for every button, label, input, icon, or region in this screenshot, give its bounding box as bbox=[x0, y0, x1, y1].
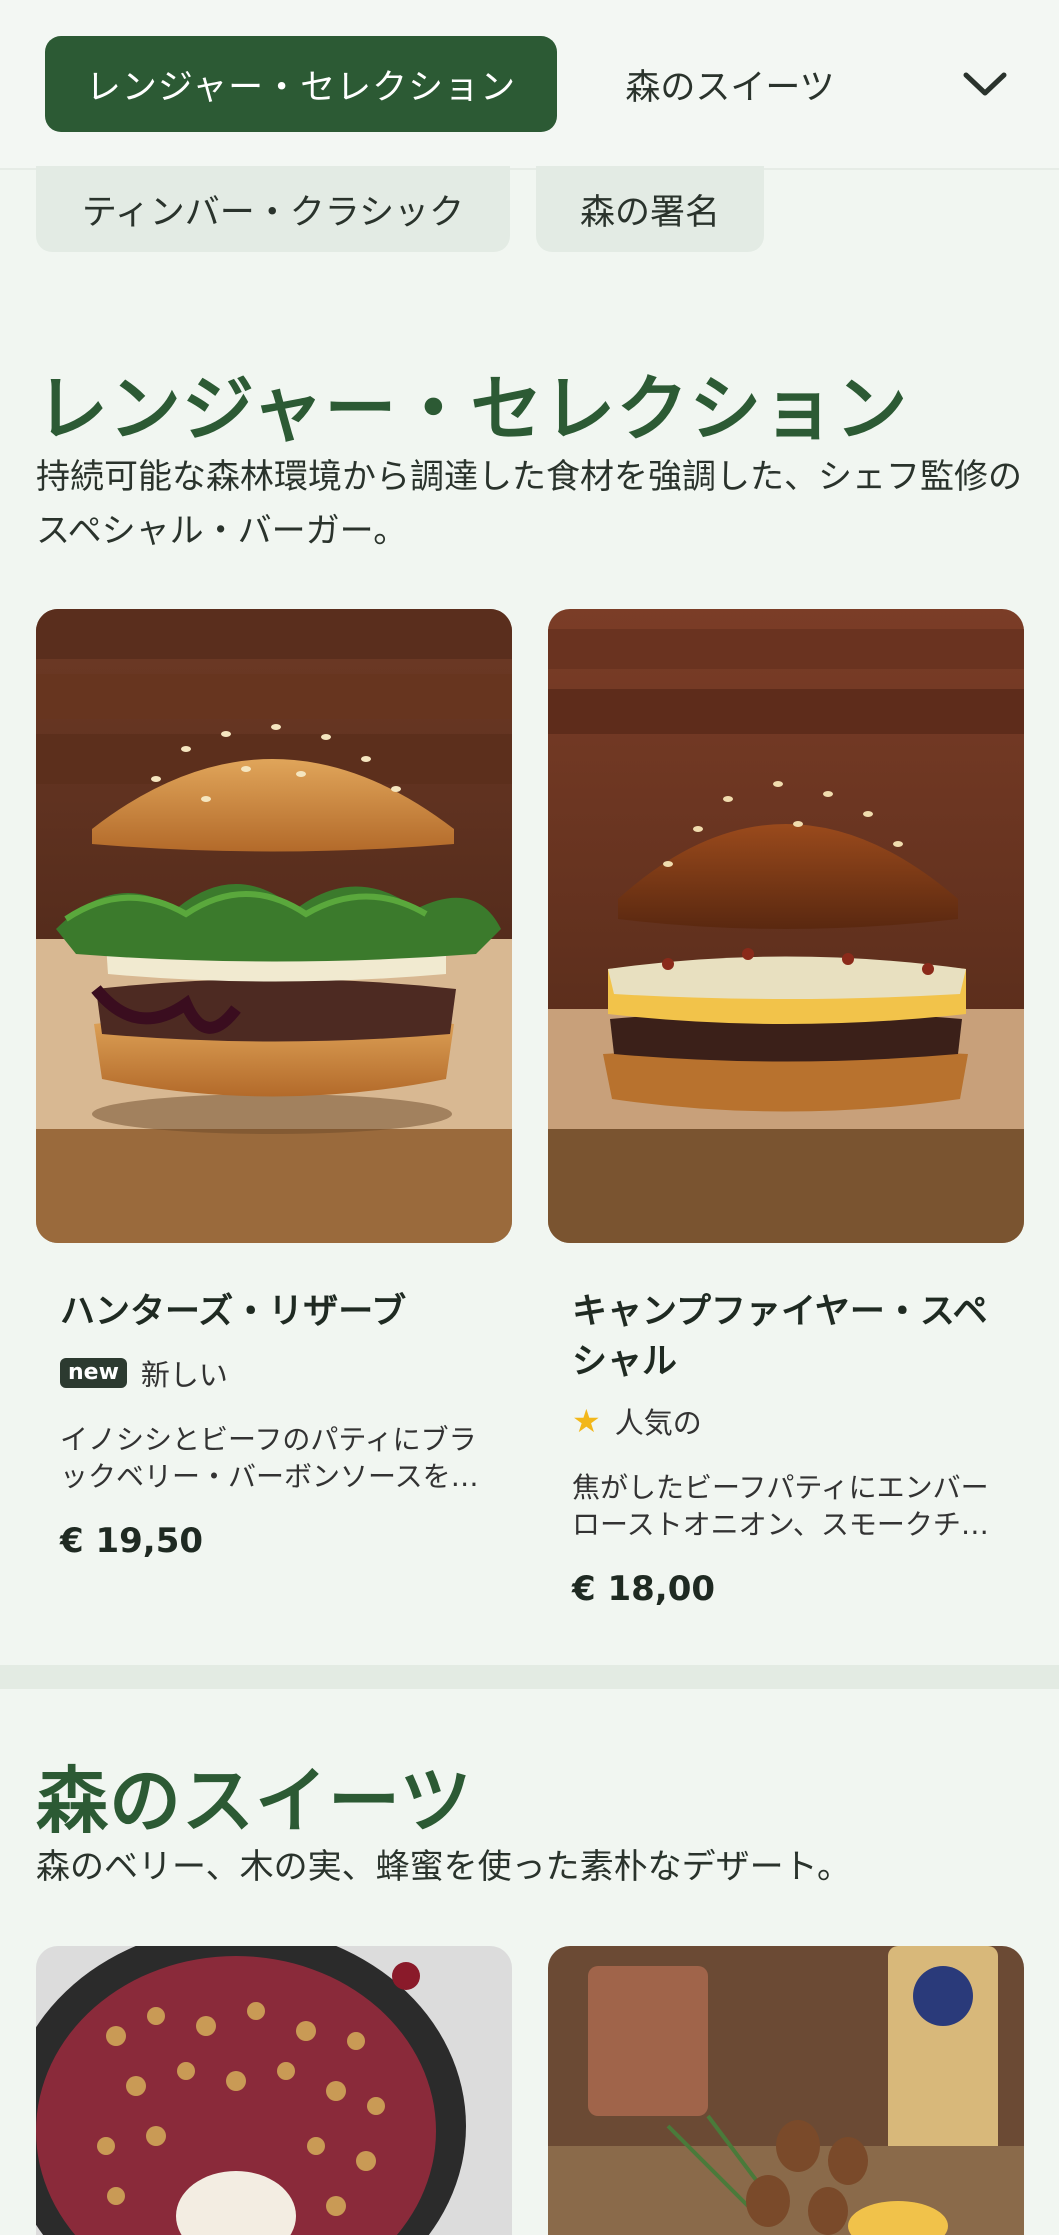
item-tag-row: new 新しい bbox=[60, 1353, 228, 1393]
item-name: キャンプファイヤー・スペシャル bbox=[572, 1292, 988, 1382]
section-description: 持続可能な森林環境から調達した食材を強調した、シェフ監修のスペシャル・バーガー。 bbox=[36, 457, 1022, 551]
section-title-forest-sweets: 森のスイーツ bbox=[36, 1759, 473, 1843]
burger-image bbox=[548, 609, 1024, 1243]
menu-item-card[interactable]: ハンターズ・リザーブ new 新しい イノシシとビーフのパティにブラックベリー・… bbox=[36, 609, 512, 1609]
section-title-ranger-selection: レンジャー・セレクション bbox=[36, 367, 909, 451]
new-badge: new bbox=[60, 1358, 127, 1388]
section-divider bbox=[0, 1665, 1059, 1689]
category-tab-timber-classic[interactable]: ティンバー・クラシック bbox=[36, 166, 510, 252]
item-price: € 19,50 bbox=[60, 1521, 204, 1561]
category-tab-forest-signature[interactable]: 森の署名 bbox=[536, 166, 764, 252]
item-tag-row: ★ 人気の bbox=[572, 1401, 702, 1441]
category-tab-ranger-selection[interactable]: レンジャー・セレクション bbox=[45, 36, 557, 132]
item-name: ハンターズ・リザーブ bbox=[60, 1292, 407, 1332]
item-description: イノシシとビーフのパティにブラックベリー・バーボンソースを添えて bbox=[60, 1423, 479, 1493]
item-description: 焦がしたビーフパティにエンバーローストオニオン、スモークチーズ bbox=[572, 1471, 989, 1541]
star-icon: ★ bbox=[572, 1402, 601, 1440]
section-description: 森のベリー、木の実、蜂蜜を使った素朴なデザート。 bbox=[36, 1847, 851, 1887]
dessert-image[interactable] bbox=[548, 1946, 1024, 2235]
menu-item-card[interactable]: キャンプファイヤー・スペシャル ★ 人気の 焦がしたビーフパティにエンバーロース… bbox=[548, 609, 1024, 1609]
item-price: € 18,00 bbox=[572, 1569, 716, 1609]
item-tag: 人気の bbox=[614, 1406, 702, 1440]
category-nav-bar: レンジャー・セレクション 森のスイーツ bbox=[0, 0, 1059, 170]
dessert-image[interactable] bbox=[36, 1946, 512, 2235]
burger-image bbox=[36, 609, 512, 1243]
chevron-down-icon[interactable] bbox=[955, 56, 1015, 112]
item-tag: 新しい bbox=[140, 1358, 228, 1392]
category-tab-forest-sweets[interactable]: 森のスイーツ bbox=[590, 36, 870, 132]
